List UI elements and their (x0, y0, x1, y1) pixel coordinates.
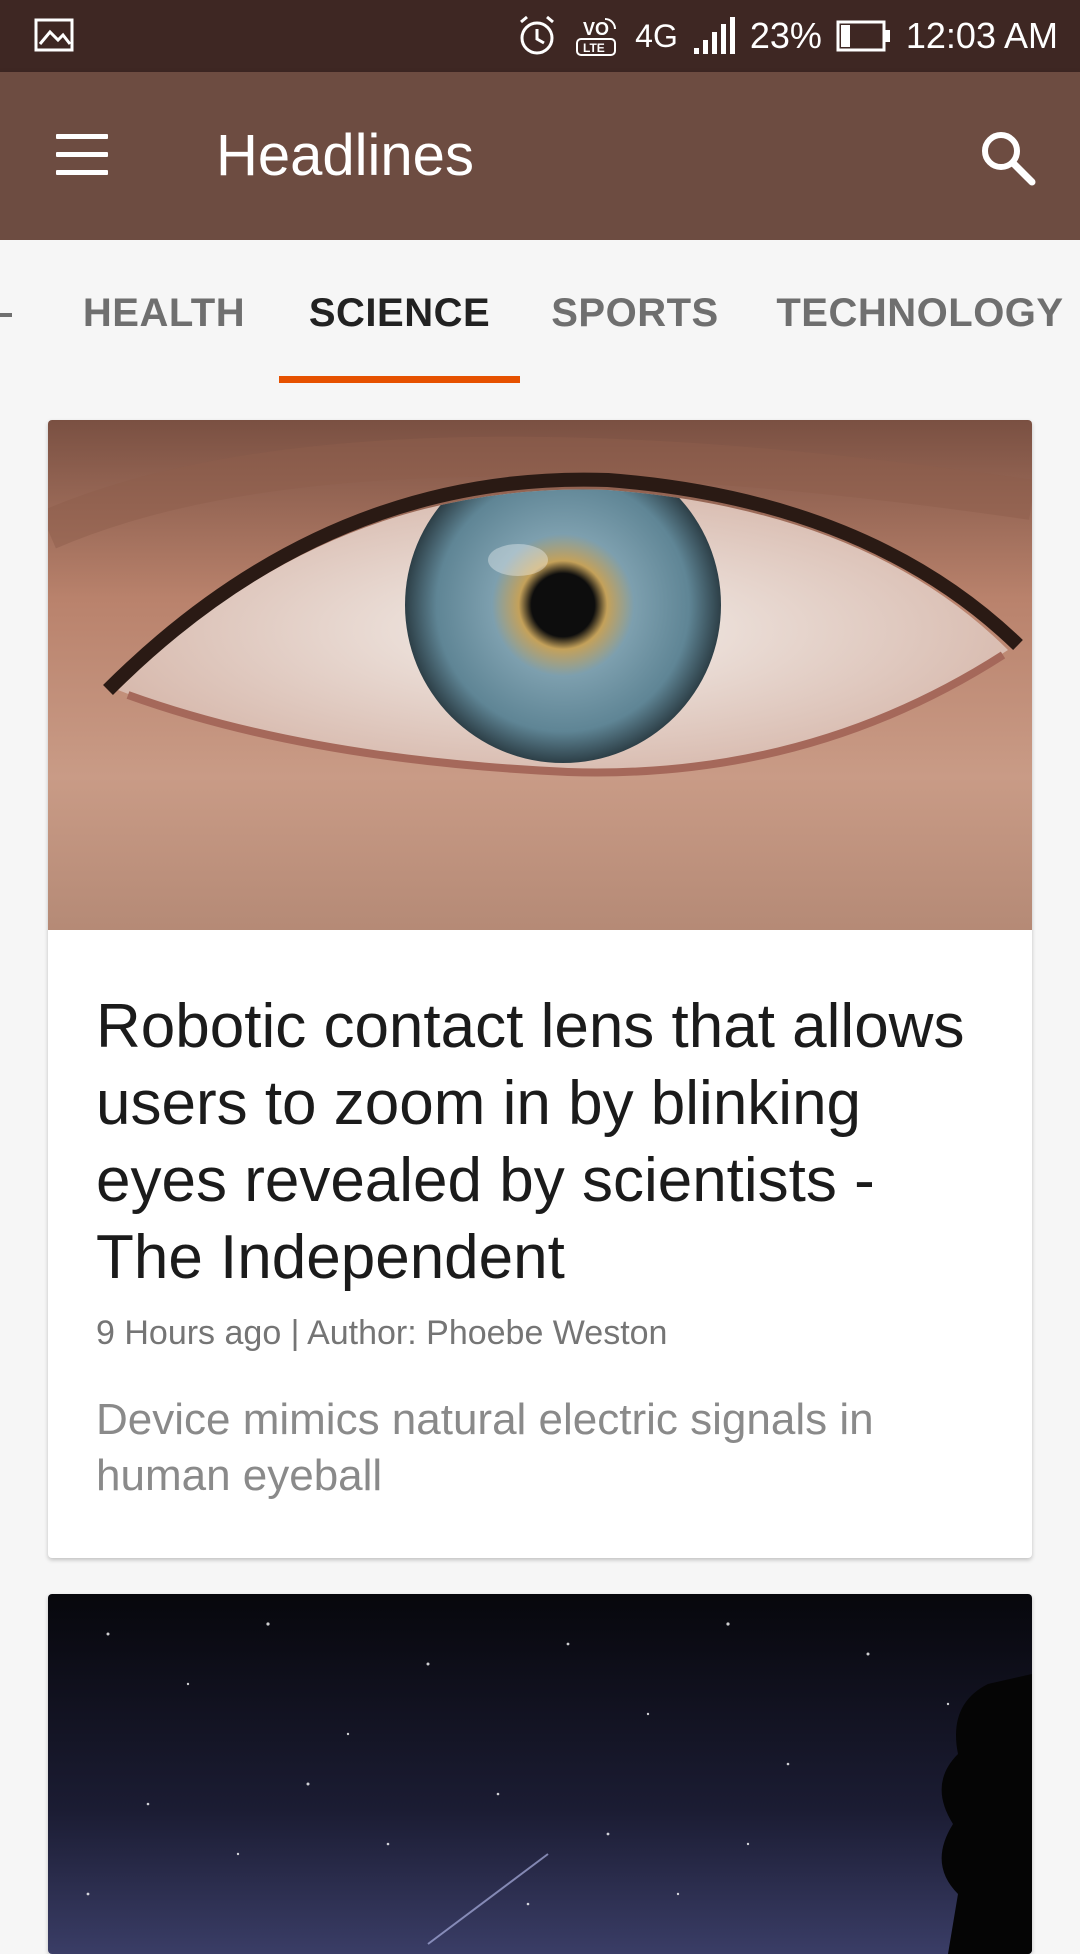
alarm-icon (515, 14, 559, 58)
article-meta: 9 Hours ago | Author: Phoebe Weston (96, 1314, 668, 1352)
hamburger-menu-icon[interactable] (52, 130, 112, 182)
article-headline[interactable]: Robotic contact lens that allows users t… (96, 988, 976, 1296)
network-4g-icon: 4G (635, 18, 678, 54)
status-bar: VO LTE 4G 23% 12:03 AM (0, 0, 1080, 72)
article-card[interactable] (48, 1594, 1032, 1954)
category-tabs: HEALTH SCIENCE SPORTS TECHNOLOGY (0, 240, 1080, 386)
page-title: Headlines (216, 123, 474, 188)
tab-health[interactable]: HEALTH (54, 240, 274, 386)
svg-text:VO: VO (583, 19, 609, 39)
tab-technology[interactable]: TECHNOLOGY (770, 240, 1070, 386)
battery-icon (836, 19, 892, 53)
tab-previous-partial[interactable] (0, 313, 12, 317)
tab-science[interactable]: SCIENCE (279, 240, 520, 386)
signal-icon (692, 16, 736, 56)
gallery-icon (34, 18, 74, 57)
article-description: Device mimics natural electric signals i… (96, 1395, 874, 1500)
clock: 12:03 AM (905, 15, 1058, 56)
volte-icon: VO LTE (573, 13, 621, 59)
search-icon[interactable] (976, 126, 1040, 190)
article-image (48, 1594, 1032, 1954)
tab-sports[interactable]: SPORTS (530, 240, 740, 386)
app-bar: Headlines (0, 72, 1080, 240)
tab-selected-indicator (279, 376, 520, 383)
battery-percent: 23% (749, 15, 822, 56)
article-image (48, 420, 1032, 930)
svg-text:LTE: LTE (583, 41, 605, 55)
article-card[interactable]: Robotic contact lens that allows users t… (48, 420, 1032, 1558)
